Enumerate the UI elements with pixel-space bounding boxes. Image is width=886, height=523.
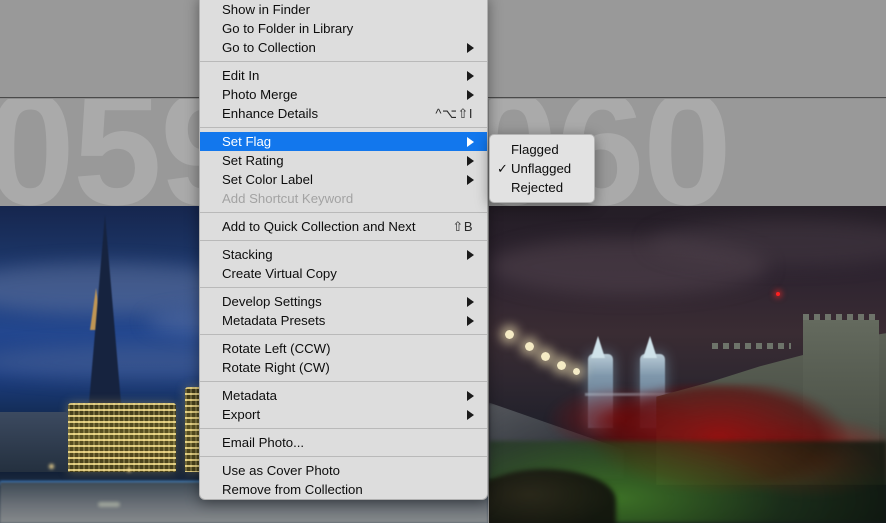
menu-item-shortcut: ^⌥⇧I	[435, 106, 473, 121]
menu-item-develop-settings[interactable]: Develop Settings	[200, 292, 487, 311]
menu-item-create-virtual-copy[interactable]: Create Virtual Copy	[200, 264, 487, 283]
menu-item-label: Metadata	[222, 388, 277, 403]
submenu-item-label: Unflagged	[511, 161, 572, 176]
menu-separator	[200, 334, 487, 335]
chevron-right-icon	[467, 174, 474, 185]
chevron-right-icon	[467, 70, 474, 81]
city-hall-dome	[0, 412, 69, 473]
menu-item-label: Enhance Details	[222, 106, 319, 121]
chevron-right-icon	[467, 249, 474, 260]
menu-item-rotate-left-ccw[interactable]: Rotate Left (CCW)	[200, 339, 487, 358]
chevron-right-icon	[467, 155, 474, 166]
menu-item-label: Edit In	[222, 68, 260, 83]
menu-item-photo-merge[interactable]: Photo Merge	[200, 85, 487, 104]
menu-separator	[200, 287, 487, 288]
menu-item-set-color-label[interactable]: Set Color Label	[200, 170, 487, 189]
menu-item-export[interactable]: Export	[200, 405, 487, 424]
menu-separator	[200, 428, 487, 429]
menu-item-label: Export	[222, 407, 261, 422]
menu-item-label: Remove from Collection	[222, 482, 363, 497]
chevron-right-icon	[467, 296, 474, 307]
chevron-right-icon	[467, 136, 474, 147]
menu-separator	[200, 127, 487, 128]
menu-item-use-as-cover-photo[interactable]: Use as Cover Photo	[200, 461, 487, 480]
menu-item-edit-in[interactable]: Edit In	[200, 66, 487, 85]
menu-item-show-in-finder[interactable]: Show in Finder	[200, 0, 487, 19]
submenu-item-rejected[interactable]: Rejected	[490, 178, 594, 197]
menu-item-go-to-collection[interactable]: Go to Collection	[200, 38, 487, 57]
checkmark-icon: ✓	[497, 161, 508, 176]
thumbnail-image-060[interactable]	[489, 206, 886, 523]
menu-item-label: Add Shortcut Keyword	[222, 191, 354, 206]
menu-item-label: Go to Collection	[222, 40, 316, 55]
menu-item-go-to-folder-in-library[interactable]: Go to Folder in Library	[200, 19, 487, 38]
menu-item-label: Set Flag	[222, 134, 272, 149]
photo-tower-of-london	[489, 206, 886, 523]
menu-item-set-rating[interactable]: Set Rating	[200, 151, 487, 170]
menu-separator	[200, 240, 487, 241]
menu-separator	[200, 212, 487, 213]
menu-item-stacking[interactable]: Stacking	[200, 245, 487, 264]
chevron-right-icon	[467, 315, 474, 326]
menu-item-add-to-quick-collection-and-next[interactable]: Add to Quick Collection and Next ⇧B	[200, 217, 487, 236]
menu-item-remove-from-collection[interactable]: Remove from Collection	[200, 480, 487, 499]
menu-item-label: Rotate Left (CCW)	[222, 341, 331, 356]
set-flag-submenu[interactable]: Flagged ✓ Unflagged Rejected	[489, 134, 595, 203]
menu-item-label: Set Color Label	[222, 172, 313, 187]
menu-item-label: Metadata Presets	[222, 313, 326, 328]
submenu-item-flagged[interactable]: Flagged	[490, 140, 594, 159]
photo-context-menu[interactable]: Show in Finder Go to Folder in Library Go …	[199, 0, 488, 500]
menu-item-label: Set Rating	[222, 153, 284, 168]
chevron-right-icon	[467, 42, 474, 53]
menu-item-label: Create Virtual Copy	[222, 266, 337, 281]
menu-item-set-flag[interactable]: Set Flag	[200, 132, 487, 151]
menu-item-enhance-details[interactable]: Enhance Details ^⌥⇧I	[200, 104, 487, 123]
menu-item-shortcut: ⇧B	[452, 219, 473, 234]
chevron-right-icon	[467, 390, 474, 401]
menu-item-label: Rotate Right (CW)	[222, 360, 330, 375]
menu-item-rotate-right-cw[interactable]: Rotate Right (CW)	[200, 358, 487, 377]
menu-item-email-photo[interactable]: Email Photo...	[200, 433, 487, 452]
submenu-item-label: Flagged	[511, 142, 559, 157]
menu-item-metadata-presets[interactable]: Metadata Presets	[200, 311, 487, 330]
menu-separator	[200, 456, 487, 457]
menu-item-add-shortcut-keyword: Add Shortcut Keyword	[200, 189, 487, 208]
shard-tower	[87, 215, 122, 416]
chevron-right-icon	[467, 89, 474, 100]
menu-item-label: Stacking	[222, 247, 273, 262]
menu-separator	[200, 61, 487, 62]
menu-item-label: Go to Folder in Library	[222, 21, 354, 36]
menu-separator	[200, 381, 487, 382]
submenu-item-label: Rejected	[511, 180, 564, 195]
menu-item-label: Add to Quick Collection and Next	[222, 219, 416, 234]
menu-item-label: Use as Cover Photo	[222, 463, 341, 478]
menu-item-label: Email Photo...	[222, 435, 305, 450]
menu-item-metadata[interactable]: Metadata	[200, 386, 487, 405]
chevron-right-icon	[467, 409, 474, 420]
menu-item-label: Show in Finder	[222, 2, 310, 17]
menu-item-label: Develop Settings	[222, 294, 322, 309]
submenu-item-unflagged[interactable]: ✓ Unflagged	[490, 159, 594, 178]
crane-warning-light	[775, 291, 780, 296]
menu-item-label: Photo Merge	[222, 87, 298, 102]
office-building-left	[68, 402, 176, 473]
